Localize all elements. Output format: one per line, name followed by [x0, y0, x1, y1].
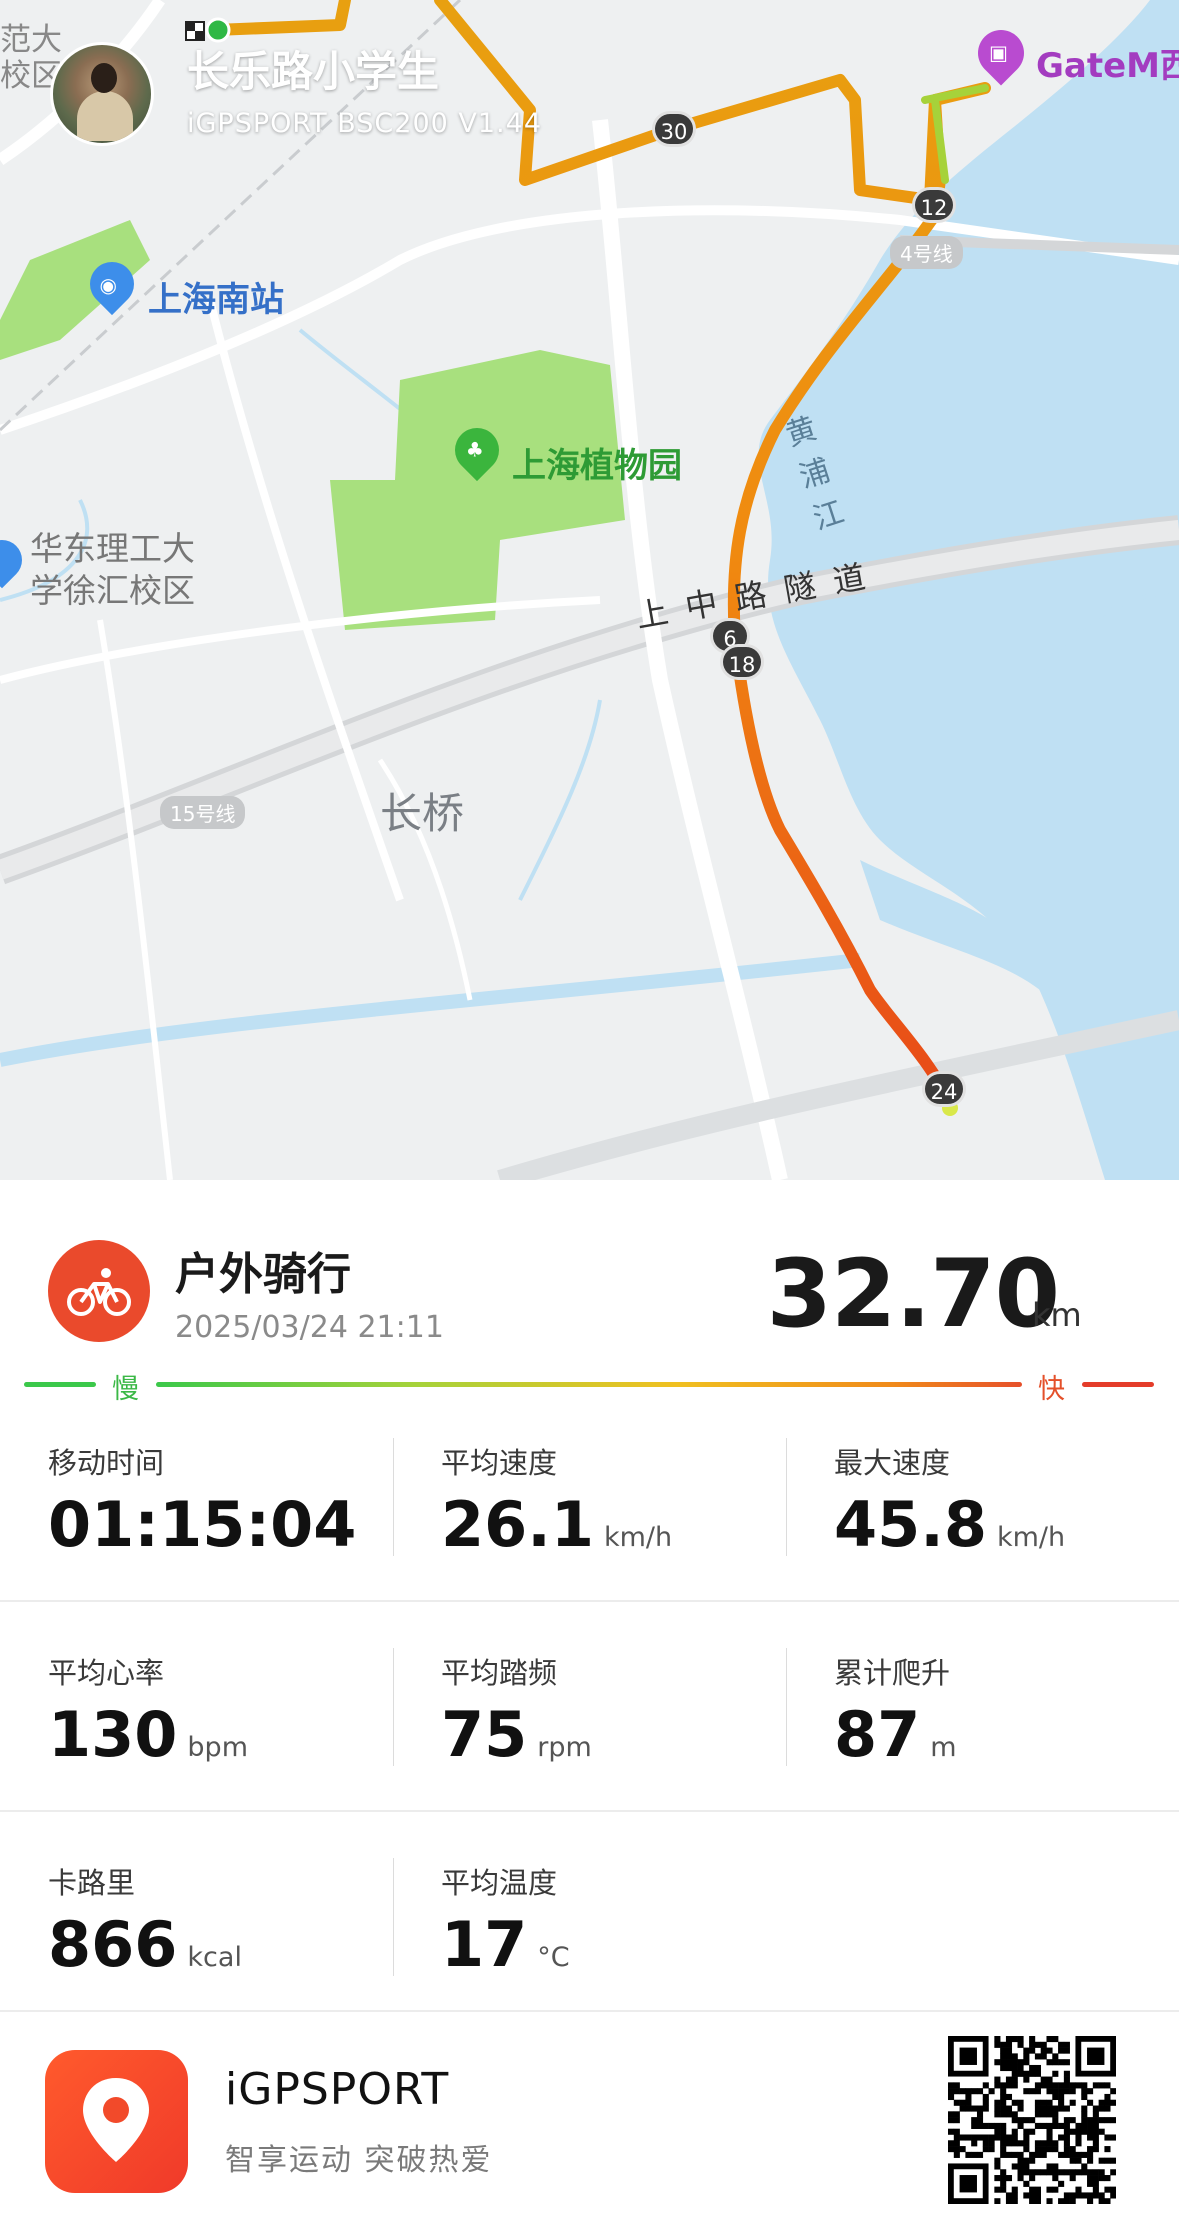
creek — [518, 699, 602, 901]
sport-type: 户外骑行 — [175, 1249, 351, 1300]
road — [97, 619, 173, 1180]
stat-label: 最大速度 — [834, 1446, 951, 1480]
avatar[interactable] — [50, 42, 154, 146]
qr-code[interactable] — [948, 2036, 1117, 2205]
map-label-ecust[interactable]: 华东理工大 学徐汇校区 — [30, 528, 195, 612]
train-icon: ◉ — [99, 272, 117, 297]
km-marker[interactable]: 30 — [652, 111, 696, 147]
map-label-south-station[interactable]: 上海南站 — [148, 272, 284, 321]
device-name: iGPSPORT BSC200 V1.44 — [187, 108, 542, 139]
map-label-botanical-garden[interactable]: 上海植物园 — [512, 438, 682, 487]
speed-slow-label: 慢 — [112, 1374, 139, 1405]
row-divider — [0, 1600, 1179, 1602]
stat-avg-speed: 平均速度 26.1 km/h — [441, 1440, 834, 1570]
stat-total-ascent: 累计爬升 87 m — [834, 1650, 1179, 1780]
speed-bar-slow — [24, 1382, 96, 1387]
stat-avg-temperature: 平均温度 17 °C — [441, 1860, 834, 1990]
app-name: iGPSPORT — [225, 2064, 450, 2115]
cycling-icon — [48, 1240, 150, 1342]
map-label-changqiao: 长桥 — [380, 789, 465, 838]
app-logo[interactable] — [45, 2050, 188, 2193]
map-label-line15: 15号线 — [160, 796, 246, 829]
stat-label: 平均踏频 — [441, 1656, 558, 1690]
activity-datetime: 2025/03/24 21:11 — [175, 1310, 444, 1345]
map-label-gatem[interactable]: GateM西 — [1036, 38, 1179, 87]
divider — [393, 1438, 394, 1556]
route-map[interactable]: 范大 校区 ◉ 上海南站 ♣ 上海植物园 华东理工大 学徐汇校区 上中路隧道 长桥 … — [0, 0, 1179, 1180]
location-pin-icon — [83, 2078, 149, 2162]
km-marker[interactable]: 12 — [912, 187, 956, 223]
stat-value: 01:15:04 — [48, 1488, 357, 1561]
divider — [786, 1438, 787, 1556]
stat-label: 卡路里 — [48, 1866, 136, 1900]
stat-value: 45.8 km/h — [834, 1488, 1066, 1561]
stat-label: 平均温度 — [441, 1866, 558, 1900]
stat-avg-cadence: 平均踏频 75 rpm — [441, 1650, 834, 1780]
divider — [393, 1648, 394, 1766]
divider — [393, 1858, 394, 1976]
stat-moving-time: 移动时间 01:15:04 — [48, 1440, 441, 1570]
speed-bar-gradient — [156, 1382, 1022, 1387]
stat-max-speed: 最大速度 45.8 km/h — [834, 1440, 1179, 1570]
app-slogan: 智享运动 突破热爱 — [225, 2143, 493, 2178]
speed-legend-bar — [24, 1382, 1156, 1388]
stat-value: 26.1 km/h — [441, 1488, 673, 1561]
stat-avg-heart-rate: 平均心率 130 bpm — [48, 1650, 441, 1780]
stat-value: 130 bpm — [48, 1698, 249, 1771]
road-bottom — [497, 1010, 1179, 1180]
speed-bar-fast — [1082, 1382, 1154, 1387]
stat-value: 75 rpm — [441, 1698, 592, 1771]
stat-calories: 卡路里 866 kcal — [48, 1860, 441, 1990]
distance-unit: km — [1032, 1296, 1082, 1334]
park-botanical-garden — [330, 350, 625, 630]
km-marker[interactable]: 18 — [720, 644, 764, 680]
speed-fast-label: 快 — [1038, 1374, 1065, 1405]
qr-code-image — [948, 2036, 1117, 2205]
stat-label: 移动时间 — [48, 1446, 165, 1480]
row-divider — [0, 1810, 1179, 1812]
shopping-bag-icon: ▣ — [989, 40, 1008, 65]
total-distance: 32.70 — [766, 1240, 1060, 1349]
divider — [786, 1648, 787, 1766]
stat-label: 平均心率 — [48, 1656, 165, 1690]
user-name: 长乐路小学生 — [187, 47, 440, 96]
km-marker[interactable]: 24 — [922, 1071, 966, 1107]
map-label-line4: 4号线 — [890, 236, 963, 269]
stat-label: 平均速度 — [441, 1446, 558, 1480]
stat-value: 866 kcal — [48, 1908, 242, 1981]
tree-icon: ♣ — [465, 437, 484, 462]
stat-label: 累计爬升 — [834, 1656, 951, 1690]
stat-value: 87 m — [834, 1698, 957, 1771]
stat-value: 17 °C — [441, 1908, 570, 1981]
